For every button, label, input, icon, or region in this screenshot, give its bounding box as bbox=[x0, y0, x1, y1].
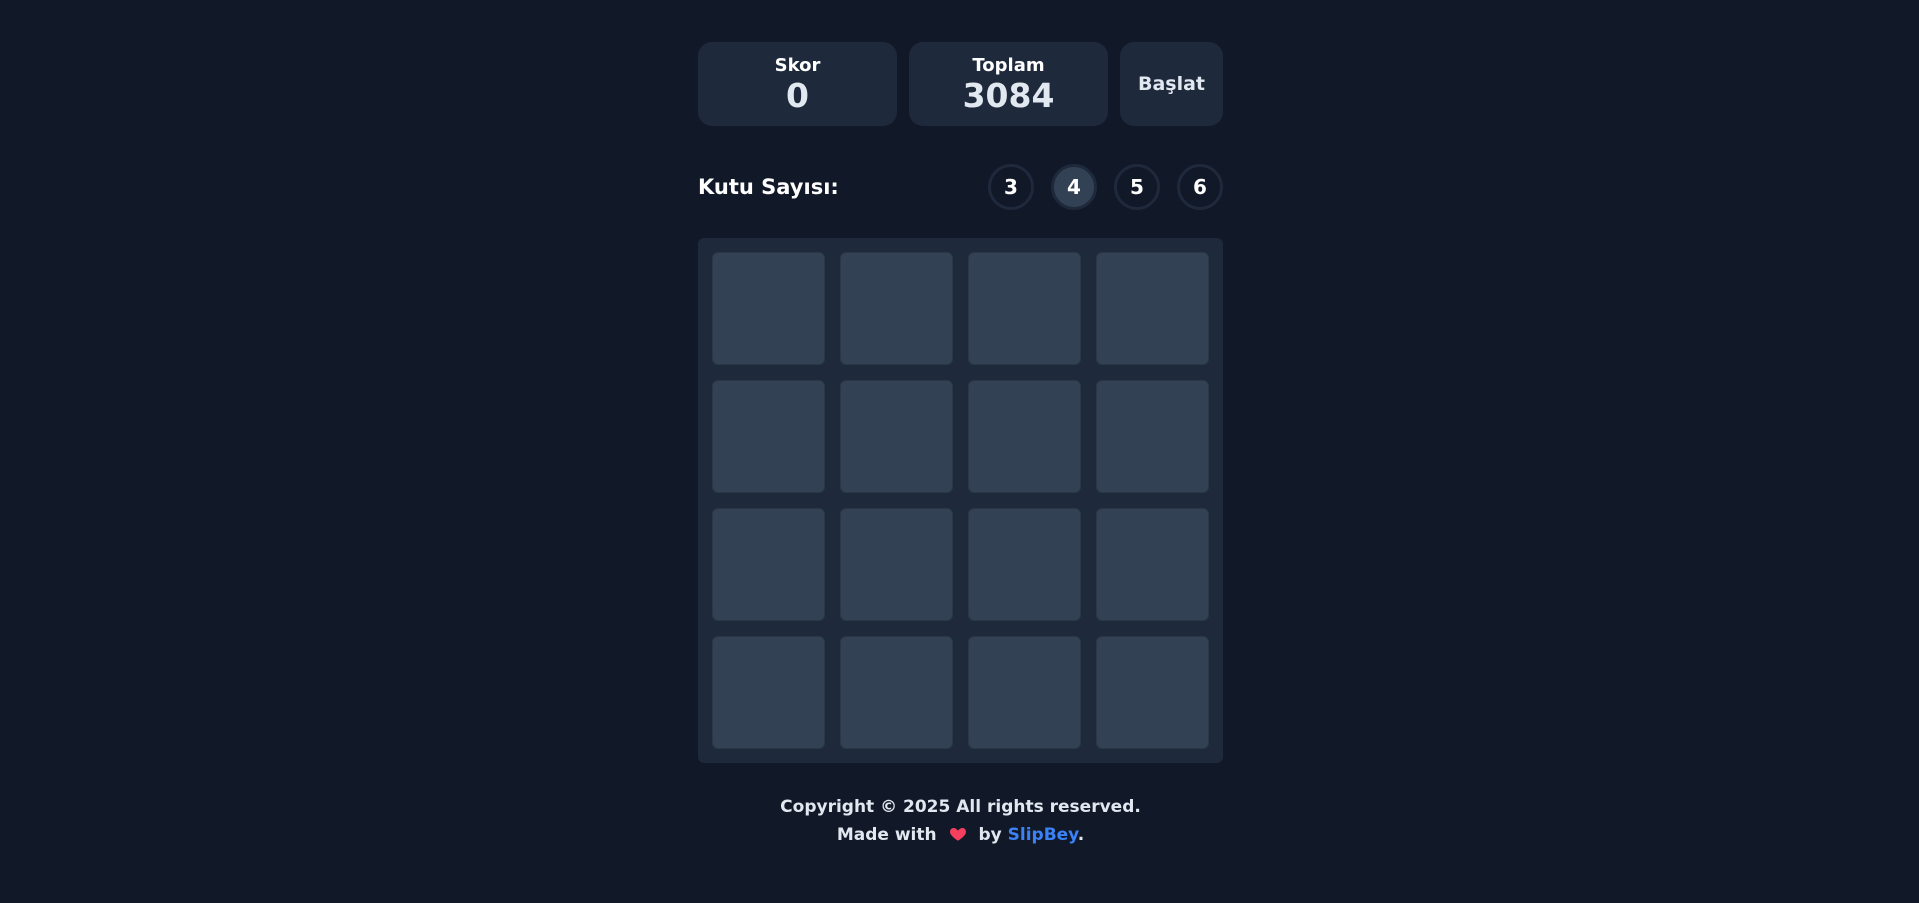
board-cell bbox=[840, 508, 953, 621]
score-box: Skor 0 bbox=[698, 42, 897, 126]
board-cell bbox=[1096, 508, 1209, 621]
board-cell bbox=[1096, 252, 1209, 365]
grid-size-option-5[interactable]: 5 bbox=[1114, 164, 1160, 210]
grid-size-selector: Kutu Sayısı: 3 4 5 6 bbox=[698, 164, 1223, 210]
board-cell bbox=[712, 508, 825, 621]
score-value: 0 bbox=[786, 76, 809, 115]
board-cell bbox=[712, 252, 825, 365]
total-value: 3084 bbox=[962, 76, 1055, 115]
board-cell bbox=[968, 636, 1081, 749]
copyright-text: Copyright © 2025 All rights reserved. bbox=[780, 797, 1141, 817]
board-cell bbox=[968, 508, 1081, 621]
game-board[interactable] bbox=[698, 238, 1223, 763]
grid-size-option-4[interactable]: 4 bbox=[1051, 164, 1097, 210]
board-cell bbox=[712, 636, 825, 749]
board-cell bbox=[840, 636, 953, 749]
board-cell bbox=[1096, 636, 1209, 749]
board-cell bbox=[840, 252, 953, 365]
made-with-text: Made with bbox=[836, 825, 937, 845]
grid-size-label: Kutu Sayısı: bbox=[698, 175, 839, 199]
board-cell bbox=[968, 252, 1081, 365]
grid-size-option-6[interactable]: 6 bbox=[1177, 164, 1223, 210]
total-label: Toplam bbox=[972, 55, 1045, 76]
footer: Copyright © 2025 All rights reserved. Ma… bbox=[698, 793, 1223, 849]
start-button[interactable]: Başlat bbox=[1120, 42, 1223, 126]
board-cell bbox=[968, 380, 1081, 493]
grid-size-options: 3 4 5 6 bbox=[988, 164, 1223, 210]
total-box: Toplam 3084 bbox=[909, 42, 1108, 126]
period-text: . bbox=[1077, 825, 1085, 845]
board-cell bbox=[840, 380, 953, 493]
by-text: by bbox=[978, 825, 1002, 845]
author-link[interactable]: SlipBey bbox=[1008, 825, 1078, 845]
grid-size-option-3[interactable]: 3 bbox=[988, 164, 1034, 210]
game-container: Skor 0 Toplam 3084 Başlat Kutu Sayısı: 3… bbox=[698, 42, 1223, 849]
scoreboard: Skor 0 Toplam 3084 Başlat bbox=[698, 42, 1223, 126]
heart-icon bbox=[949, 824, 967, 842]
board-cell bbox=[712, 380, 825, 493]
board-cell bbox=[1096, 380, 1209, 493]
made-with-line: Made with by SlipBey. bbox=[698, 821, 1223, 849]
score-label: Skor bbox=[774, 55, 821, 76]
